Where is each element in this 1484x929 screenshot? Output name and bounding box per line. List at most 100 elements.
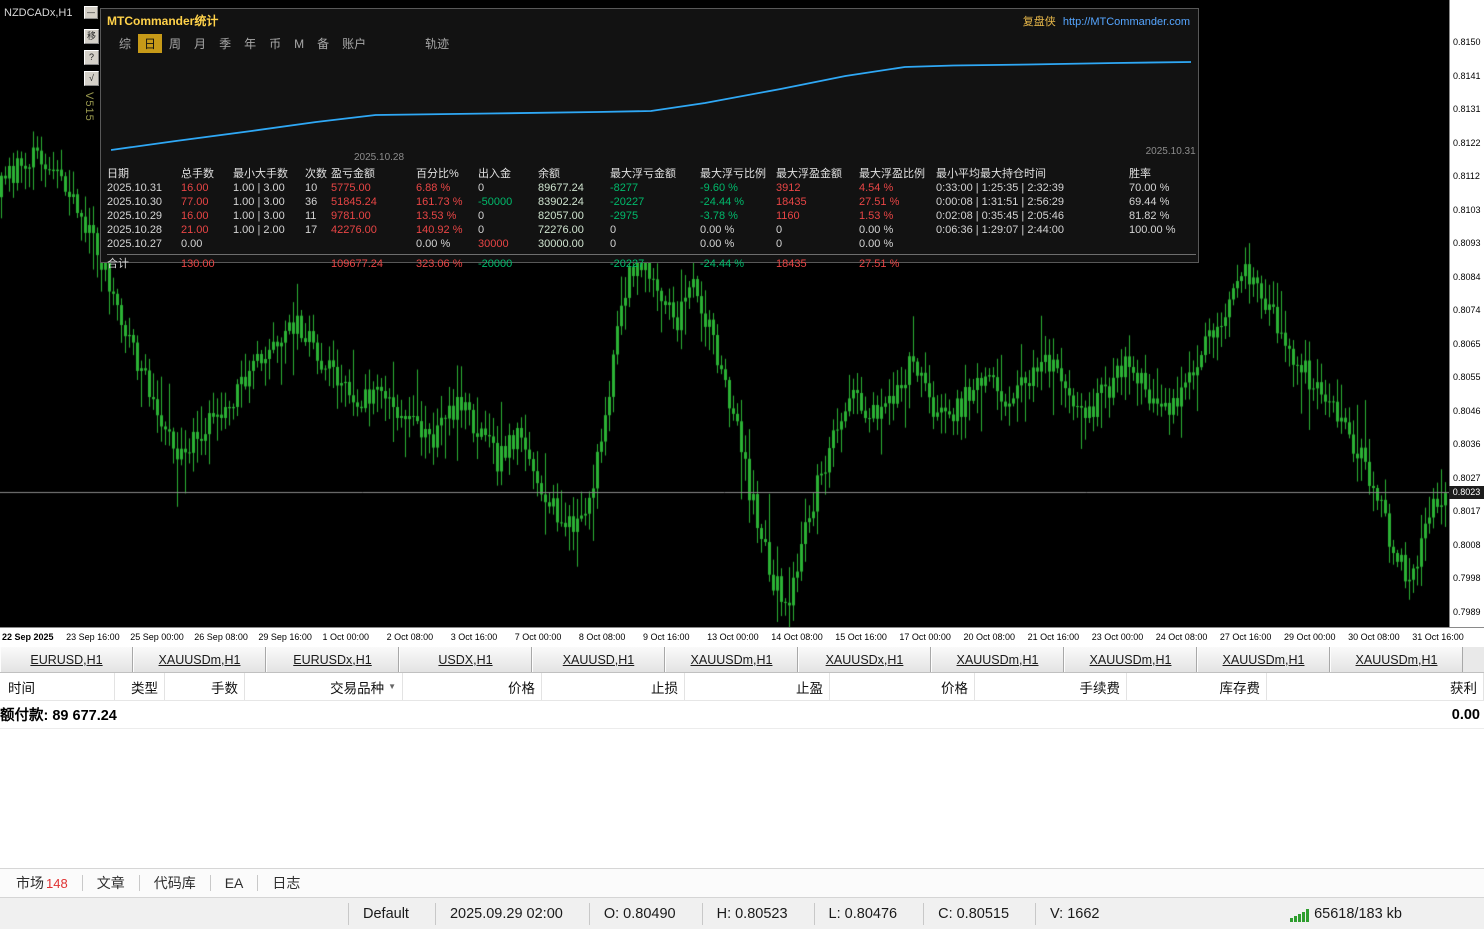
stats-row-cell: 10 — [305, 181, 331, 195]
symbol-tab-XAUUSDmH1[interactable]: XAUUSDm,H1 — [1330, 647, 1463, 672]
terminal-tab-separator — [210, 875, 211, 891]
stats-tab-月[interactable]: 月 — [188, 34, 212, 53]
price-axis-label: 0.8084 — [1453, 272, 1481, 282]
stats-row-cell: 89677.24 — [538, 181, 610, 195]
time-axis[interactable]: 22 Sep 202523 Sep 16:0025 Sep 00:0026 Se… — [0, 627, 1484, 647]
margin-value: 额付款: 89 677.24 — [0, 704, 117, 725]
stats-row-cell: 0.00 — [181, 237, 233, 251]
trade-col-5[interactable]: 止损 — [542, 673, 685, 700]
trade-col-4[interactable]: 价格 — [403, 673, 542, 700]
stats-row-cell: 0 — [478, 223, 538, 237]
trade-col-2[interactable]: 手数 — [165, 673, 245, 700]
trade-table-header: 时间类型手数交易品种▼价格止损止盈价格手续费库存费获利 — [0, 673, 1484, 701]
stats-tab-币[interactable]: 币 — [263, 34, 287, 53]
time-axis-label: 31 Oct 16:00 — [1412, 632, 1464, 642]
time-axis-label: 1 Oct 00:00 — [323, 632, 370, 642]
price-axis[interactable]: 0.81500.81410.81310.81220.81120.81030.80… — [1449, 0, 1484, 627]
stats-row-cell: 0.00 % — [416, 237, 478, 251]
stats-tab-trail[interactable]: 轨迹 — [419, 34, 455, 53]
symbol-tab-XAUUSDmH1[interactable]: XAUUSDm,H1 — [665, 647, 798, 672]
terminal-tab-separator — [257, 875, 258, 891]
stats-tab-周[interactable]: 周 — [163, 34, 187, 53]
stats-row: 2025.10.2821.001.00 | 2.001742276.00140.… — [107, 223, 1196, 237]
signal-bars-icon — [1290, 908, 1309, 922]
trade-col-10[interactable]: 获利 — [1267, 673, 1484, 700]
stats-tab-年[interactable]: 年 — [238, 34, 262, 53]
stats-row-cell: 0:00:08 | 1:31:51 | 2:56:29 — [936, 195, 1129, 209]
symbol-tab-USDXH1[interactable]: USDX,H1 — [399, 647, 532, 672]
stats-tab-日[interactable]: 日 — [138, 34, 162, 53]
stats-row-cell: -2975 — [610, 209, 700, 223]
stats-row-cell: 72276.00 — [538, 223, 610, 237]
trade-col-7[interactable]: 价格 — [830, 673, 975, 700]
trade-col-3[interactable]: 交易品种▼ — [245, 673, 403, 700]
stats-row-cell: 81.82 % — [1129, 209, 1196, 223]
stats-table: 日期总手数最小大手数次数盈亏金额百分比%出入金余额最大浮亏金额最大浮亏比例最大浮… — [107, 167, 1196, 272]
status-segments: Default2025.09.29 02:00O: 0.80490H: 0.80… — [348, 898, 1126, 929]
stats-row-cell: 27.51 % — [859, 195, 936, 209]
stats-row-cell — [233, 237, 305, 251]
price-axis-label: 0.8017 — [1453, 506, 1481, 516]
stats-row: 2025.10.3077.001.00 | 3.003651845.24161.… — [107, 195, 1196, 209]
stats-row-cell: 0 — [776, 237, 859, 251]
chart-tool-button[interactable]: ? — [84, 50, 99, 65]
terminal-tab-separator — [82, 875, 83, 891]
price-axis-label: 0.8131 — [1453, 104, 1481, 114]
stats-tab-M[interactable]: M — [288, 36, 310, 52]
trade-col-8[interactable]: 手续费 — [975, 673, 1127, 700]
symbol-tab-XAUUSDmH1[interactable]: XAUUSDm,H1 — [1197, 647, 1330, 672]
time-axis-label: 2 Oct 08:00 — [387, 632, 434, 642]
symbol-tab-XAUUSDH1[interactable]: XAUUSD,H1 — [532, 647, 665, 672]
trade-col-1[interactable]: 类型 — [115, 673, 165, 700]
minimize-button[interactable]: — — [84, 6, 98, 19]
equity-line — [111, 62, 1191, 150]
stats-row-cell: 1.00 | 2.00 — [233, 223, 305, 237]
symbol-tab-EURUSDH1[interactable]: EURUSD,H1 — [0, 647, 133, 672]
terminal-tab-市场[interactable]: 市场148 — [10, 873, 74, 893]
status-segment-0[interactable]: Default — [348, 903, 435, 925]
trade-col-label: 止损 — [651, 677, 678, 697]
symbol-tab-XAUUSDmH1[interactable]: XAUUSDm,H1 — [133, 647, 266, 672]
time-axis-label: 3 Oct 16:00 — [451, 632, 498, 642]
stats-row-cell: 2025.10.28 — [107, 223, 181, 237]
terminal-tab-EA[interactable]: EA — [219, 875, 250, 891]
equity-date-label: 2025.10.28 — [354, 152, 404, 163]
trade-col-label: 时间 — [8, 677, 35, 697]
stats-tab-综[interactable]: 综 — [113, 34, 137, 53]
time-axis-label: 23 Oct 00:00 — [1092, 632, 1144, 642]
terminal-tab-代码库[interactable]: 代码库 — [148, 873, 202, 893]
stats-row-cell: 161.73 % — [416, 195, 478, 209]
chart-tool-button[interactable]: √ — [84, 71, 99, 86]
filter-dropdown-icon[interactable]: ▼ — [388, 682, 396, 691]
stats-row-cell: 30000.00 — [538, 237, 610, 251]
signal-bar — [1294, 916, 1297, 922]
symbol-tab-XAUUSDxH1[interactable]: XAUUSDx,H1 — [798, 647, 931, 672]
time-axis-label: 24 Oct 08:00 — [1156, 632, 1208, 642]
trade-col-label: 价格 — [508, 677, 535, 697]
stats-total-row-cell: 合计 — [107, 257, 181, 272]
trade-col-label: 止盈 — [796, 677, 823, 697]
price-axis-label: 0.8055 — [1453, 372, 1481, 382]
brand-url-link[interactable]: http://MTCommander.com — [1063, 16, 1190, 28]
stats-tab-季[interactable]: 季 — [213, 34, 237, 53]
status-segment-6: V: 1662 — [1035, 903, 1125, 925]
symbol-tab-EURUSDxH1[interactable]: EURUSDx,H1 — [266, 647, 399, 672]
stats-total-row-cell: 323.06 % — [416, 257, 478, 272]
terminal-tab-文章[interactable]: 文章 — [91, 873, 131, 893]
status-segment-4: L: 0.80476 — [814, 903, 924, 925]
equity-date-label: 2025.10.31 — [1146, 146, 1196, 157]
stats-tab-备[interactable]: 备 — [311, 34, 335, 53]
chart-tool-button[interactable]: 移 — [84, 29, 99, 44]
trade-col-6[interactable]: 止盈 — [685, 673, 830, 700]
stats-row-cell: 82057.00 — [538, 209, 610, 223]
trade-col-0[interactable]: 时间 — [0, 673, 115, 700]
trade-col-9[interactable]: 库存费 — [1127, 673, 1267, 700]
status-segment-2: O: 0.80490 — [589, 903, 702, 925]
current-price-badge: 0.8023 — [1449, 486, 1484, 499]
stats-total-row-cell: 18435 — [776, 257, 859, 272]
symbol-tab-XAUUSDmH1[interactable]: XAUUSDm,H1 — [931, 647, 1064, 672]
terminal-tab-separator — [139, 875, 140, 891]
symbol-tab-XAUUSDmH1[interactable]: XAUUSDm,H1 — [1064, 647, 1197, 672]
terminal-tab-日志[interactable]: 日志 — [266, 873, 306, 893]
stats-tab-账户[interactable]: 账户 — [336, 34, 372, 53]
